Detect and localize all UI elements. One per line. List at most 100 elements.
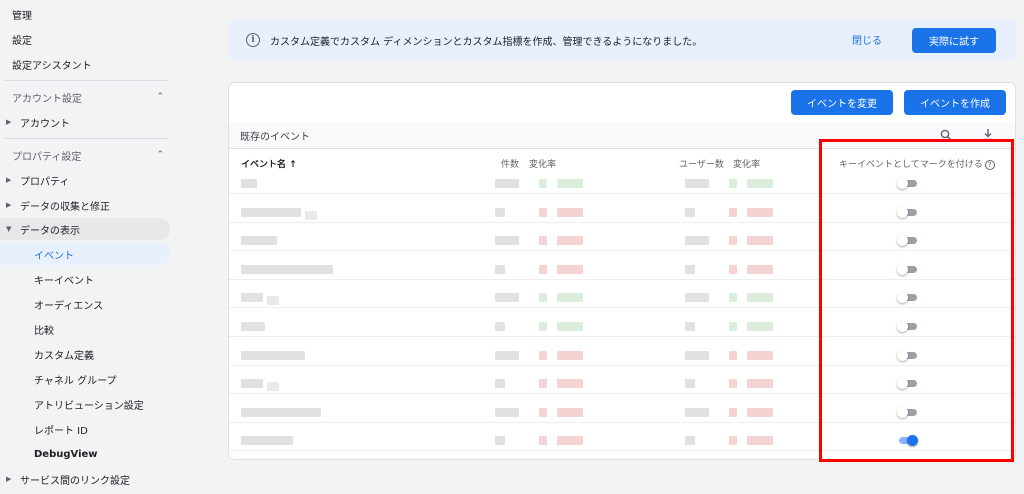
- sidebar-item-events[interactable]: イベント: [34, 243, 74, 265]
- redacted-count: [495, 379, 505, 389]
- sidebar-item-label: サービス間のリンク設定: [20, 475, 130, 487]
- row-divider: [229, 250, 1015, 252]
- redacted-user-count: [685, 264, 695, 274]
- redacted-count: [495, 407, 519, 417]
- redacted-change-indicator: [539, 236, 547, 246]
- download-icon[interactable]: [982, 128, 994, 144]
- property-settings-section[interactable]: プロパティ設定 ⌃: [12, 144, 168, 166]
- mark-key-event-label: キーイベントとしてマークを付ける: [839, 160, 983, 170]
- create-event-button[interactable]: イベントを作成: [904, 90, 1006, 115]
- sidebar-divider: [4, 80, 168, 81]
- row-divider: [229, 307, 1015, 309]
- key-event-toggle[interactable]: [897, 321, 917, 332]
- redacted-user-change-rate: [747, 407, 773, 417]
- key-event-toggle[interactable]: [897, 292, 917, 304]
- sidebar-item-audiences[interactable]: オーディエンス: [34, 293, 103, 315]
- redacted-change-rate: [557, 322, 583, 331]
- account-settings-label: アカウント設定: [12, 93, 82, 105]
- key-event-toggle[interactable]: [897, 235, 917, 247]
- key-event-toggle[interactable]: [897, 406, 917, 418]
- redacted-event-name: [241, 350, 305, 360]
- key-event-toggle[interactable]: [897, 263, 917, 275]
- caret-right-icon: ▶: [6, 475, 12, 483]
- sidebar-item-setup-assistant[interactable]: 設定アシスタント: [12, 53, 92, 75]
- redacted-count: [495, 350, 519, 360]
- column-header-user-change-rate[interactable]: 変化率: [733, 157, 760, 170]
- column-header-count[interactable]: 件数: [501, 157, 519, 170]
- banner-close-button[interactable]: 閉じる: [852, 32, 882, 47]
- column-header-change-rate[interactable]: 変化率: [529, 157, 556, 170]
- sidebar-item-comparisons[interactable]: 比較: [34, 318, 54, 340]
- sidebar-item-reporting-id[interactable]: レポート ID: [34, 418, 88, 440]
- key-event-toggle[interactable]: [897, 349, 917, 361]
- sidebar-item-service-links[interactable]: ▶ サービス間のリンク設定: [0, 468, 130, 490]
- chevron-up-icon: ⌃: [156, 92, 164, 102]
- redacted-event-name: [267, 382, 279, 392]
- sidebar-item-admin[interactable]: 管理: [12, 3, 32, 25]
- redacted-change-indicator: [539, 379, 547, 389]
- row-divider: [229, 221, 1015, 223]
- redacted-count: [495, 207, 505, 217]
- info-banner: i カスタム定義でカスタム ディメンションとカスタム指標を作成、管理できるように…: [228, 20, 1016, 60]
- redacted-change-indicator: [539, 407, 547, 417]
- redacted-change-rate: [557, 436, 583, 446]
- redacted-change-rate: [557, 207, 583, 217]
- sidebar-item-account[interactable]: ▶ アカウント: [0, 111, 70, 133]
- sidebar-item-label: プロパティ: [20, 176, 70, 188]
- redacted-event-name: [241, 379, 263, 389]
- try-it-button[interactable]: 実際に試す: [912, 28, 996, 53]
- property-settings-label: プロパティ設定: [12, 151, 82, 163]
- redacted-user-count: [685, 436, 695, 446]
- redacted-change-indicator: [729, 407, 737, 417]
- account-settings-section[interactable]: アカウント設定 ⌃: [12, 86, 168, 108]
- redacted-user-change-rate: [747, 379, 773, 389]
- redacted-user-change-rate: [747, 322, 773, 331]
- info-icon: i: [246, 33, 260, 47]
- sidebar-item-attribution-settings[interactable]: アトリビューション設定: [34, 393, 144, 415]
- sidebar-item-debugview[interactable]: DebugView: [34, 443, 98, 465]
- sidebar-item-data-display[interactable]: ▼ データの表示: [0, 218, 80, 240]
- sidebar-divider: [4, 138, 168, 139]
- redacted-user-change-rate: [747, 264, 773, 274]
- sidebar-item-property[interactable]: ▶ プロパティ: [0, 169, 69, 191]
- caret-right-icon: ▶: [6, 176, 12, 184]
- caret-right-icon: ▶: [6, 201, 12, 209]
- toggle-thumb: [897, 406, 908, 418]
- key-event-toggle[interactable]: [897, 435, 918, 447]
- toggle-thumb: [897, 378, 908, 390]
- redacted-user-change-rate: [747, 236, 773, 246]
- column-header-users[interactable]: ユーザー数: [679, 157, 724, 170]
- help-icon[interactable]: ?: [984, 159, 995, 170]
- key-event-toggle[interactable]: [897, 378, 917, 390]
- redacted-event-name: [241, 436, 293, 446]
- sidebar-item-data-collection[interactable]: ▶ データの収集と修正: [0, 194, 110, 216]
- redacted-event-name: [241, 179, 257, 188]
- redacted-count: [495, 236, 519, 246]
- sidebar-item-custom-definitions[interactable]: カスタム定義: [34, 343, 94, 365]
- search-icon[interactable]: [940, 129, 952, 144]
- sidebar-item-label: データの表示: [20, 225, 80, 237]
- redacted-event-name: [241, 293, 263, 303]
- redacted-event-name: [241, 322, 265, 331]
- active-item-background: [0, 243, 170, 265]
- redacted-change-rate: [557, 350, 583, 360]
- redacted-change-indicator: [729, 293, 737, 303]
- key-event-toggle[interactable]: [897, 178, 917, 189]
- redacted-change-indicator: [539, 264, 547, 274]
- sidebar-item-key-events[interactable]: キーイベント: [34, 268, 94, 290]
- toggle-thumb: [897, 321, 908, 332]
- toggle-thumb: [897, 235, 908, 247]
- column-header-event-name[interactable]: イベント名 ↑: [241, 157, 297, 170]
- sidebar-item-settings[interactable]: 設定: [12, 28, 32, 50]
- column-header-mark-key-event: キーイベントとしてマークを付ける?: [839, 157, 995, 170]
- redacted-count: [495, 264, 505, 274]
- redacted-change-indicator: [729, 350, 737, 360]
- redacted-user-count: [685, 322, 695, 331]
- events-card: イベントを変更 イベントを作成 既存のイベント イベント名 ↑ 件数 変化率 ユ…: [228, 82, 1016, 460]
- sidebar-item-channel-groups[interactable]: チャネル グループ: [34, 368, 116, 390]
- redacted-count: [495, 322, 505, 331]
- toggle-thumb: [897, 349, 908, 361]
- redacted-user-count: [685, 293, 709, 303]
- modify-event-button[interactable]: イベントを変更: [791, 90, 893, 115]
- key-event-toggle[interactable]: [897, 206, 917, 218]
